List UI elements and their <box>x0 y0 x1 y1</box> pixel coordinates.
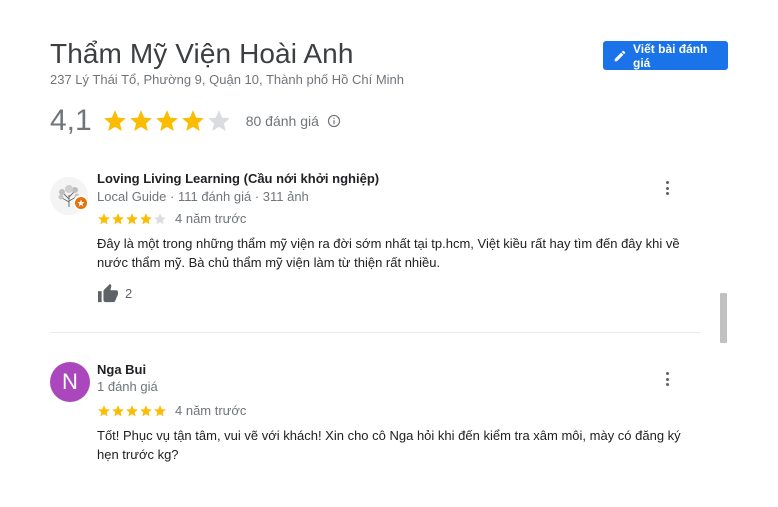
more-options-icon[interactable] <box>662 370 672 388</box>
review-rating: 4 năm trước <box>97 211 246 226</box>
local-guide-badge-icon <box>73 195 89 211</box>
star-empty-icon <box>154 212 166 224</box>
pencil-icon <box>614 50 626 61</box>
review-divider <box>50 332 700 333</box>
star-filled-icon <box>112 404 124 416</box>
star-filled-icon <box>112 212 124 224</box>
review-date: 4 năm trước <box>175 211 247 226</box>
like-button[interactable]: 2 <box>97 283 132 303</box>
info-icon[interactable] <box>327 114 341 128</box>
scrollbar-thumb[interactable] <box>720 293 727 343</box>
star-filled-icon <box>129 110 152 131</box>
review-author[interactable]: Nga Bui <box>97 362 146 377</box>
star-filled-icon <box>140 404 152 416</box>
star-filled-icon <box>126 404 138 416</box>
review-author[interactable]: Loving Living Learning (Cầu nới khởi ngh… <box>97 171 379 186</box>
author-stats: 1 đánh giá <box>97 379 158 394</box>
more-options-icon[interactable] <box>662 179 672 197</box>
star-filled-icon <box>155 110 178 131</box>
review-text: Tốt! Phục vụ tận tâm, vui vẽ với khách! … <box>97 428 681 462</box>
place-title: Thẩm Mỹ Viện Hoài Anh <box>50 38 354 69</box>
review-stars <box>97 404 167 418</box>
review-author-meta: Local Guide · 111 đánh giá · 311 ảnh <box>97 189 309 204</box>
star-filled-icon <box>181 110 204 131</box>
average-stars <box>102 108 232 134</box>
avatar[interactable]: N <box>50 362 90 402</box>
like-count: 2 <box>125 285 133 301</box>
review-item: N Nga Bui 1 đánh giá 4 năm trước Tốt! Ph… <box>50 362 700 472</box>
review-author-meta: 1 đánh giá <box>97 379 158 394</box>
review-count[interactable]: 80 đánh giá <box>246 113 319 129</box>
star-filled-icon <box>103 110 126 131</box>
rating-summary: 4,1 80 đánh giá <box>50 103 341 139</box>
review-rating: 4 năm trước <box>97 403 246 418</box>
author-stats: · 111 đánh giá · 311 ảnh <box>170 189 309 204</box>
review-text: Đây là một trong những thẩm mỹ viện ra đ… <box>97 236 680 270</box>
thumbs-up-icon <box>98 283 118 303</box>
star-empty-icon <box>207 110 230 131</box>
local-guide-label: Local Guide <box>97 189 167 204</box>
review-date: 4 năm trước <box>175 403 247 418</box>
place-address: 237 Lý Thái Tổ, Phường 9, Quận 10, Thành… <box>50 72 405 87</box>
star-filled-icon <box>140 212 152 224</box>
review-item: Loving Living Learning (Cầu nới khởi ngh… <box>50 170 700 310</box>
write-review-button[interactable]: Viết bài đánh giá <box>603 41 728 70</box>
write-review-label: Viết bài đánh giá <box>632 41 708 70</box>
star-filled-icon <box>98 212 110 224</box>
review-stars <box>97 212 167 226</box>
average-rating: 4,1 <box>50 104 92 137</box>
star-filled-icon <box>126 212 138 224</box>
star-filled-icon <box>154 404 166 416</box>
star-filled-icon <box>98 404 110 416</box>
